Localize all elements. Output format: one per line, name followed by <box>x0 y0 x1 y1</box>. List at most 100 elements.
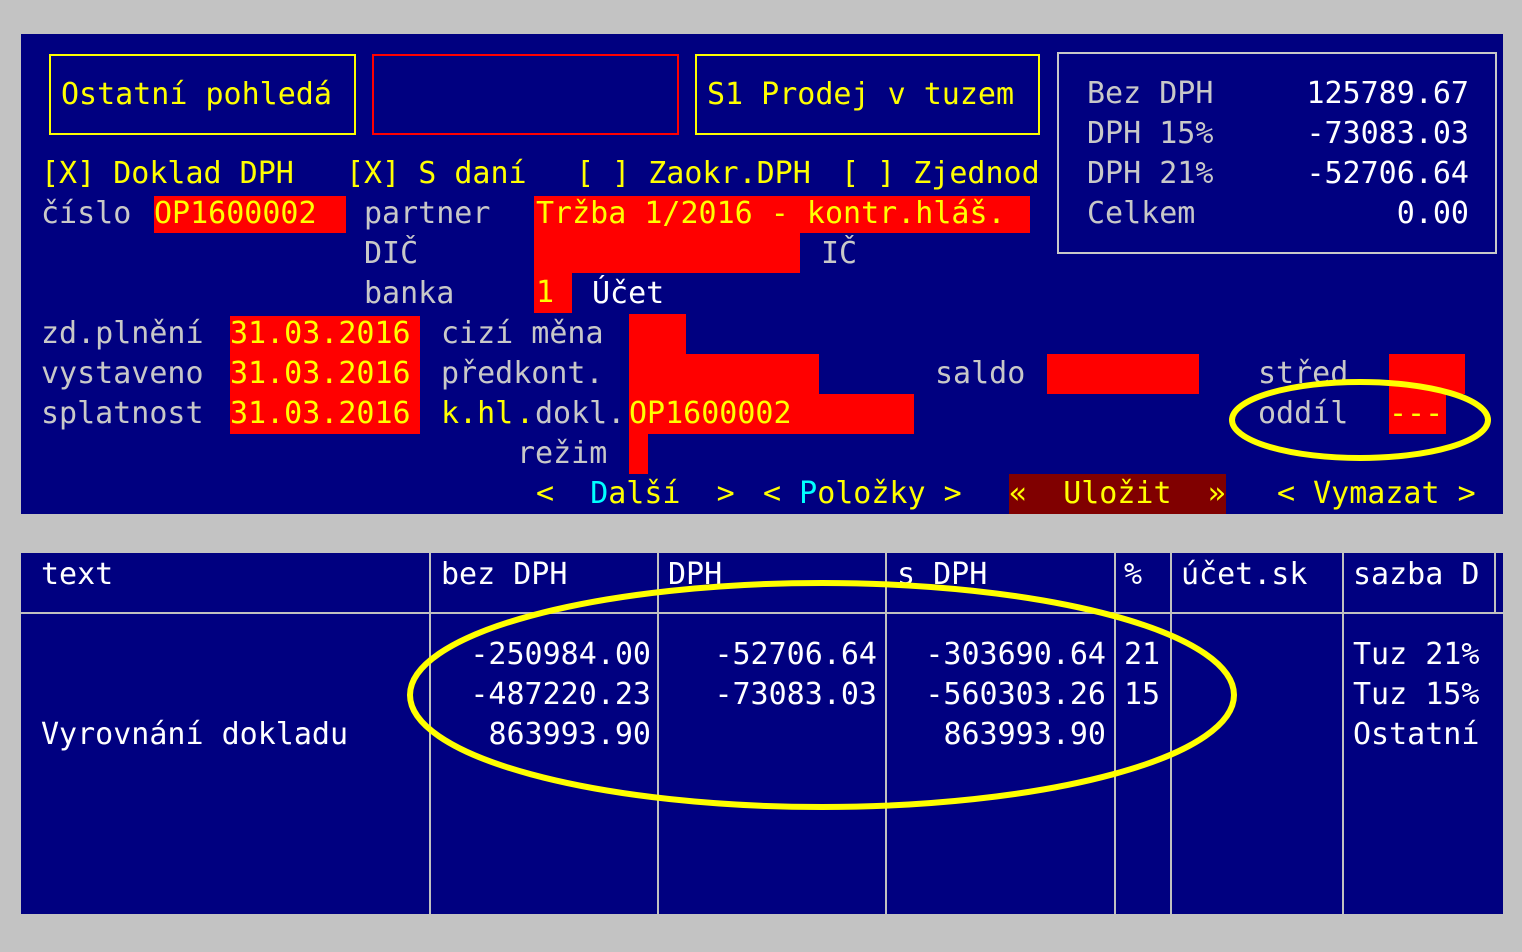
column-header-pct[interactable]: % <box>1124 555 1142 595</box>
dic-label: DIČ <box>364 236 419 271</box>
ic-label: IČ <box>821 236 858 271</box>
cell-s-dph: -303690.64 <box>925 637 1106 672</box>
khl-label-b: . <box>516 396 535 431</box>
splatnost-value[interactable]: 31.03.2016 <box>230 394 411 434</box>
delete-button[interactable]: < Vymazat > <box>1277 474 1476 514</box>
next-button-open: < <box>536 476 591 511</box>
save-button-open: « <box>1009 476 1064 511</box>
khl-value: OP1600002 <box>629 396 792 431</box>
cell-sazba: Tuz 15% <box>1353 677 1480 712</box>
doc-type-box[interactable]: Ostatní pohledá <box>49 54 356 135</box>
cell-bez-dph: 863993.90 <box>488 717 651 752</box>
predkont-field[interactable] <box>629 354 819 394</box>
items-grid: text bez DPH DPH s DPH % účet.sk sazba D… <box>21 553 1503 914</box>
rezim-field[interactable] <box>629 434 648 474</box>
summary-value: -73083.03 <box>1306 116 1469 151</box>
banka-label: banka <box>364 276 455 311</box>
summary-value: 125789.67 <box>1306 76 1469 111</box>
next-button-label: alší <box>608 476 681 511</box>
items-button-open: < <box>763 476 800 511</box>
cislo-label: číslo <box>41 196 132 231</box>
predkont-label: předkont. <box>441 356 604 391</box>
khl-label-c: dokl. <box>535 396 626 431</box>
items-button[interactable]: < Položky > <box>763 474 962 514</box>
cell-dph: -73083.03 <box>714 677 877 712</box>
delete-button-label: Vymazat <box>1313 476 1440 511</box>
column-header-sazba[interactable]: sazba D <box>1353 555 1479 595</box>
column-divider[interactable] <box>1342 553 1344 914</box>
cell-sazba: Ostatní <box>1353 717 1480 752</box>
items-button-label: oložky <box>817 476 926 511</box>
vat-type-text: S1 Prodej v tuzem <box>707 77 1015 112</box>
vystaveno-label: vystaveno <box>41 356 204 391</box>
document-header-panel: Ostatní pohledá S1 Prodej v tuzem Bez DP… <box>21 34 1503 514</box>
khl-label-a: k.hl <box>441 396 514 431</box>
cizi-mena-label: cizí měna <box>441 316 604 351</box>
checkbox-zaokr-dph[interactable]: [ ] Zaokr.DPH <box>576 154 811 194</box>
rezim-label: režim <box>517 436 608 471</box>
cell-bez-dph: -250984.00 <box>470 637 651 672</box>
stred-field[interactable] <box>1389 354 1465 394</box>
cizi-mena-field[interactable] <box>629 314 686 354</box>
checkbox-doklad-dph[interactable]: [X] Doklad DPH <box>41 154 294 194</box>
summary-label: DPH 15% <box>1087 116 1214 151</box>
column-header-text[interactable]: text <box>41 555 113 595</box>
column-header-ucet-sk[interactable]: účet.sk <box>1181 555 1307 595</box>
oddil-field[interactable]: --- <box>1389 394 1446 434</box>
column-header-dph[interactable]: DPH <box>668 555 722 595</box>
summary-label: Bez DPH <box>1087 76 1214 111</box>
ucet-label: Účet <box>592 276 665 311</box>
column-divider[interactable] <box>657 553 659 914</box>
header-divider <box>21 612 1503 614</box>
oddil-label: oddíl <box>1258 396 1349 431</box>
cell-pct: 15 <box>1124 677 1161 712</box>
cell-text: Vyrovnání dokladu <box>41 717 349 752</box>
checkbox-s-dani[interactable]: [X] S daní <box>346 154 527 194</box>
save-button[interactable]: « Uložit » <box>1009 474 1226 514</box>
saldo-label: saldo <box>935 356 1026 391</box>
cislo-field[interactable]: OP1600002 <box>154 196 346 233</box>
summary-value: -52706.64 <box>1306 156 1469 191</box>
vat-type-box[interactable]: S1 Prodej v tuzem <box>695 54 1040 135</box>
column-header-s-dph[interactable]: s DPH <box>897 555 987 595</box>
oddil-value: --- <box>1389 396 1444 431</box>
cell-s-dph: -560303.26 <box>925 677 1106 712</box>
banka-field[interactable]: 1 <box>534 273 572 313</box>
column-divider[interactable] <box>1494 553 1496 612</box>
splatnost-label: splatnost <box>41 396 204 431</box>
dic-field[interactable] <box>534 233 800 273</box>
zd-plneni-value[interactable]: 31.03.2016 <box>230 314 411 354</box>
items-button-close: > <box>925 476 962 511</box>
summary-value: 0.00 <box>1396 196 1469 231</box>
cell-pct: 21 <box>1124 637 1161 672</box>
next-button-close: > <box>680 476 735 511</box>
stred-label: střed <box>1258 356 1349 391</box>
partner-field[interactable]: Tržba 1/2016 - kontr.hláš. <box>534 196 1030 233</box>
next-button-hotkey: D <box>590 476 609 511</box>
summary-box: Bez DPH 125789.67 DPH 15% -73083.03 DPH … <box>1057 52 1497 254</box>
delete-button-close: > <box>1439 476 1476 511</box>
zd-plneni-label: zd.plnění <box>41 316 204 351</box>
cell-bez-dph: -487220.23 <box>470 677 651 712</box>
banka-value: 1 <box>536 275 555 310</box>
save-button-close: » <box>1171 476 1226 511</box>
partner-value: Tržba 1/2016 - kontr.hláš. <box>536 196 1006 231</box>
summary-label: Celkem <box>1087 196 1196 231</box>
column-divider[interactable] <box>1114 553 1116 914</box>
cell-dph: -52706.64 <box>714 637 877 672</box>
khl-field[interactable]: OP1600002 <box>629 394 914 434</box>
column-header-bez-dph[interactable]: bez DPH <box>441 555 567 595</box>
partner-label: partner <box>364 196 491 231</box>
column-divider[interactable] <box>1170 553 1172 914</box>
saldo-field[interactable] <box>1047 354 1199 394</box>
cell-sazba: Tuz 21% <box>1353 637 1480 672</box>
checkbox-zjednod[interactable]: [ ] Zjednod <box>841 154 1040 194</box>
cislo-value: OP1600002 <box>154 196 317 231</box>
vystaveno-value[interactable]: 31.03.2016 <box>230 354 411 394</box>
items-button-hotkey: P <box>799 476 818 511</box>
next-button[interactable]: < Další > <box>536 474 735 514</box>
save-button-label: Uložit <box>1063 476 1172 511</box>
doc-type-text: Ostatní pohledá <box>61 77 332 112</box>
blank-field-box[interactable] <box>372 54 679 135</box>
delete-button-open: < <box>1277 476 1314 511</box>
